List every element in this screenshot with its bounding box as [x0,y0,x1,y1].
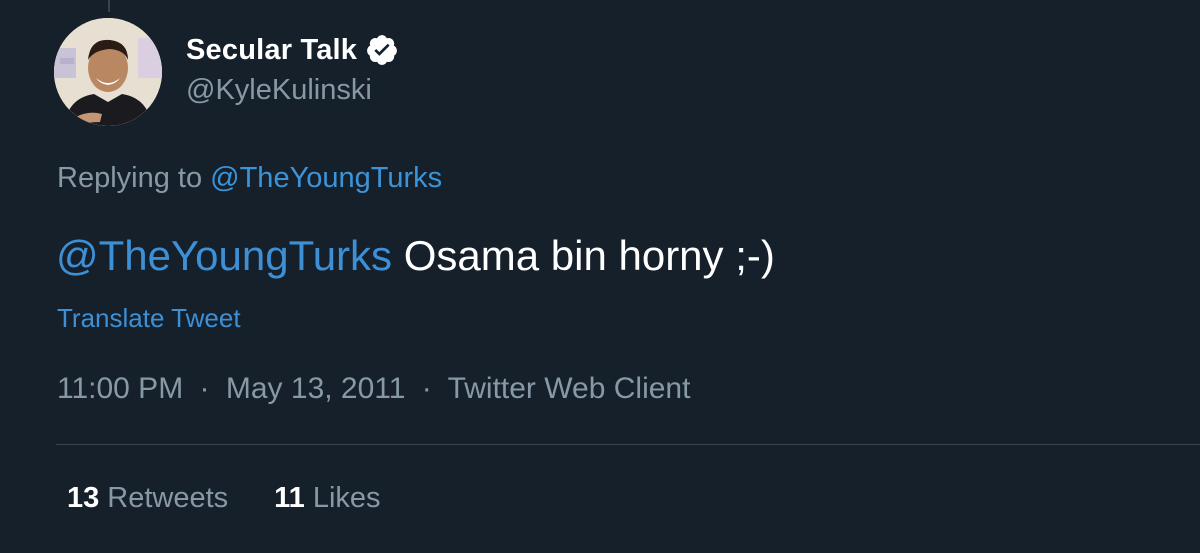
meta-separator: · [199,372,210,405]
replying-to-prefix: Replying to [57,162,203,194]
tweet-text: @TheYoungTurks Osama bin horny ;-) [56,232,775,280]
divider [56,444,1200,445]
replying-to-link[interactable]: @TheYoungTurks [210,162,442,194]
verified-badge-icon [365,33,399,67]
likes-stat[interactable]: 11 Likes [274,482,380,515]
tweet-metadata: 11:00 PM · May 13, 2011 · Twitter Web Cl… [57,372,690,406]
meta-separator: · [421,372,432,405]
avatar[interactable] [54,18,162,126]
author-handle[interactable]: @KyleKulinski [186,74,372,107]
display-name[interactable]: Secular Talk [186,34,357,67]
likes-count: 11 [274,482,305,514]
retweets-stat[interactable]: 13 Retweets [67,482,228,515]
replying-to-line: Replying to @TheYoungTurks [57,162,442,195]
retweets-count: 13 [67,482,100,514]
tweet-client[interactable]: Twitter Web Client [448,372,691,405]
likes-label: Likes [312,482,381,514]
author-name-row[interactable]: Secular Talk [186,30,399,70]
tweet-mention-link[interactable]: @TheYoungTurks [56,232,392,279]
translate-tweet-link[interactable]: Translate Tweet [57,303,241,334]
tweet-date[interactable]: May 13, 2011 [226,372,406,405]
tweet-stats: 13 Retweets 11 Likes [67,482,427,515]
thread-connector-line [108,0,110,12]
tweet-body-text: Osama bin horny ;-) [392,232,775,279]
tweet-time[interactable]: 11:00 PM [57,372,183,405]
retweets-label: Retweets [107,482,229,514]
profile-photo [54,18,162,126]
